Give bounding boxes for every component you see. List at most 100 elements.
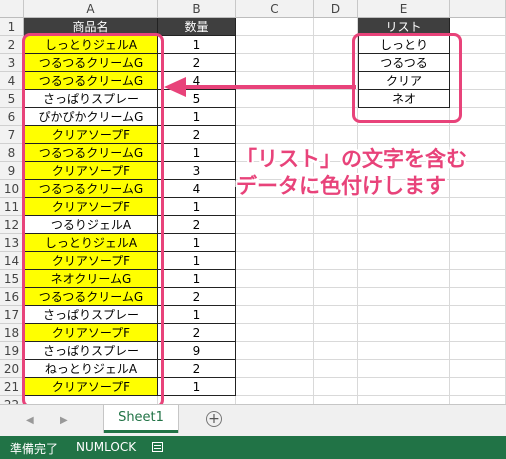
quantity-cell[interactable]: 1 bbox=[158, 144, 236, 162]
cell[interactable] bbox=[450, 378, 506, 396]
row-header[interactable]: 8 bbox=[0, 144, 24, 162]
macro-record-icon[interactable] bbox=[152, 442, 163, 452]
cell[interactable] bbox=[450, 324, 506, 342]
row-header[interactable]: 9 bbox=[0, 162, 24, 180]
header-quantity[interactable]: 数量 bbox=[158, 18, 236, 36]
cell[interactable] bbox=[358, 288, 450, 306]
quantity-cell[interactable]: 2 bbox=[158, 360, 236, 378]
cell[interactable] bbox=[450, 360, 506, 378]
cell[interactable] bbox=[236, 126, 314, 144]
cell[interactable] bbox=[450, 198, 506, 216]
cell[interactable] bbox=[450, 396, 506, 404]
cell[interactable] bbox=[236, 288, 314, 306]
cell[interactable] bbox=[358, 360, 450, 378]
cell[interactable] bbox=[236, 108, 314, 126]
cell[interactable] bbox=[450, 180, 506, 198]
quantity-cell[interactable]: 2 bbox=[158, 54, 236, 72]
cell[interactable] bbox=[358, 234, 450, 252]
quantity-cell[interactable]: 4 bbox=[158, 180, 236, 198]
cell[interactable] bbox=[236, 252, 314, 270]
quantity-cell[interactable]: 2 bbox=[158, 324, 236, 342]
cell[interactable] bbox=[450, 216, 506, 234]
cell[interactable] bbox=[358, 198, 450, 216]
quantity-cell[interactable]: 1 bbox=[158, 36, 236, 54]
cell[interactable] bbox=[314, 216, 358, 234]
cell[interactable] bbox=[314, 324, 358, 342]
cell[interactable] bbox=[314, 306, 358, 324]
select-all-corner[interactable] bbox=[0, 0, 24, 18]
cell[interactable] bbox=[314, 360, 358, 378]
cell[interactable] bbox=[236, 36, 314, 54]
quantity-cell[interactable]: 2 bbox=[158, 288, 236, 306]
column-header-e[interactable]: E bbox=[358, 0, 450, 18]
cell[interactable] bbox=[314, 198, 358, 216]
cell[interactable] bbox=[358, 378, 450, 396]
row-header[interactable]: 6 bbox=[0, 108, 24, 126]
quantity-cell[interactable]: 1 bbox=[158, 252, 236, 270]
cell[interactable] bbox=[450, 252, 506, 270]
quantity-cell[interactable]: 2 bbox=[158, 126, 236, 144]
cell[interactable] bbox=[236, 234, 314, 252]
row-header[interactable]: 5 bbox=[0, 90, 24, 108]
cell[interactable] bbox=[314, 18, 358, 36]
cell[interactable] bbox=[450, 126, 506, 144]
cell[interactable] bbox=[236, 360, 314, 378]
row-header[interactable]: 3 bbox=[0, 54, 24, 72]
cell[interactable] bbox=[450, 288, 506, 306]
cell[interactable] bbox=[236, 54, 314, 72]
cell[interactable] bbox=[358, 126, 450, 144]
cell[interactable] bbox=[236, 198, 314, 216]
row-header[interactable]: 15 bbox=[0, 270, 24, 288]
cell[interactable] bbox=[450, 18, 506, 36]
row-header[interactable]: 12 bbox=[0, 216, 24, 234]
column-header-c[interactable]: C bbox=[236, 0, 314, 18]
quantity-cell[interactable]: 3 bbox=[158, 162, 236, 180]
row-header[interactable]: 22 bbox=[0, 396, 24, 404]
quantity-cell[interactable]: 1 bbox=[158, 234, 236, 252]
add-sheet-button[interactable]: + bbox=[206, 411, 222, 427]
cell[interactable] bbox=[450, 306, 506, 324]
cell[interactable] bbox=[450, 234, 506, 252]
quantity-cell[interactable]: 2 bbox=[158, 216, 236, 234]
cell[interactable] bbox=[236, 306, 314, 324]
row-header[interactable]: 21 bbox=[0, 378, 24, 396]
row-header[interactable]: 11 bbox=[0, 198, 24, 216]
tab-sheet1[interactable]: Sheet1 bbox=[104, 405, 178, 433]
cell[interactable] bbox=[314, 234, 358, 252]
quantity-cell[interactable]: 9 bbox=[158, 342, 236, 360]
cell[interactable] bbox=[236, 270, 314, 288]
next-sheet-icon[interactable]: ▶ bbox=[60, 415, 68, 426]
cell[interactable] bbox=[450, 270, 506, 288]
column-header-a[interactable]: A bbox=[24, 0, 158, 18]
row-header[interactable]: 4 bbox=[0, 72, 24, 90]
row-header[interactable]: 19 bbox=[0, 342, 24, 360]
row-header[interactable]: 13 bbox=[0, 234, 24, 252]
cell[interactable] bbox=[314, 288, 358, 306]
cell[interactable] bbox=[358, 252, 450, 270]
cell[interactable] bbox=[358, 270, 450, 288]
row-header[interactable]: 16 bbox=[0, 288, 24, 306]
cell[interactable] bbox=[314, 252, 358, 270]
cell[interactable] bbox=[236, 216, 314, 234]
prev-sheet-icon[interactable]: ◀ bbox=[26, 415, 34, 426]
cell[interactable] bbox=[358, 396, 450, 404]
cell[interactable] bbox=[236, 18, 314, 36]
column-header-b[interactable]: B bbox=[158, 0, 236, 18]
cell[interactable] bbox=[358, 306, 450, 324]
cell[interactable] bbox=[236, 342, 314, 360]
cell[interactable] bbox=[236, 324, 314, 342]
column-header-d[interactable]: D bbox=[314, 0, 358, 18]
cell[interactable] bbox=[158, 396, 236, 404]
cell[interactable] bbox=[358, 324, 450, 342]
quantity-cell[interactable]: 1 bbox=[158, 306, 236, 324]
cell[interactable] bbox=[314, 270, 358, 288]
cell[interactable] bbox=[236, 396, 314, 404]
row-header[interactable]: 17 bbox=[0, 306, 24, 324]
cell[interactable] bbox=[314, 378, 358, 396]
quantity-cell[interactable]: 1 bbox=[158, 378, 236, 396]
row-header[interactable]: 1 bbox=[0, 18, 24, 36]
row-header[interactable]: 14 bbox=[0, 252, 24, 270]
row-header[interactable]: 2 bbox=[0, 36, 24, 54]
cell[interactable] bbox=[314, 342, 358, 360]
row-header[interactable]: 20 bbox=[0, 360, 24, 378]
